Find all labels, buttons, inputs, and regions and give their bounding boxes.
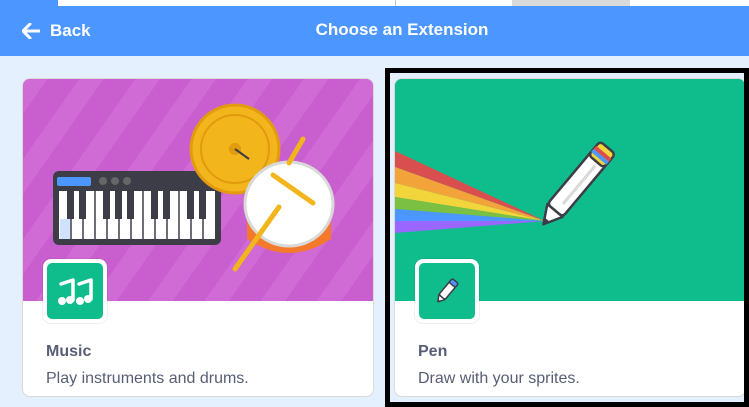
music-extension-icon-box [43, 259, 107, 323]
page-title: Choose an Extension [315, 20, 489, 39]
extension-name: Pen [418, 343, 448, 360]
library-header: Back Choose an Extension [0, 6, 749, 56]
extension-card-pen[interactable]: Pen Draw with your sprites. [394, 78, 746, 397]
music-notes-icon [58, 278, 93, 305]
pen-extension-icon-box [415, 259, 479, 323]
extension-description: Play instruments and drums. [46, 370, 249, 387]
pen-icon [437, 278, 459, 303]
extension-description: Draw with your sprites. [418, 370, 580, 387]
extension-card-music[interactable]: Music Play instruments and drums. [22, 78, 374, 397]
keyboard-icon [53, 171, 221, 245]
extension-name: Music [46, 343, 92, 360]
